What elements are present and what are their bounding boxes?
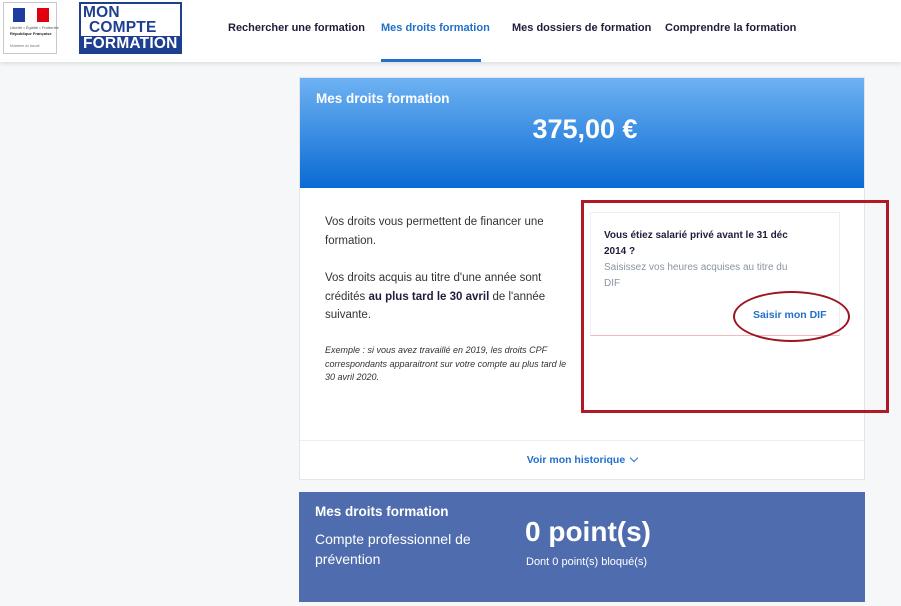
logo-line-1: MON bbox=[83, 4, 120, 21]
chevron-down-icon bbox=[629, 453, 639, 463]
historique-label: Voir mon historique bbox=[526, 454, 626, 466]
gov-logo-motto: Liberté • Égalité • Fraternité bbox=[10, 25, 59, 30]
prevention-subtitle: Compte professionnel de prévention bbox=[315, 531, 471, 567]
logo-line-3: FORMATION bbox=[81, 36, 180, 52]
annotation-red-ellipse bbox=[733, 291, 850, 342]
top-navigation-bar: Liberté • Égalité • Fraternité Républiqu… bbox=[0, 0, 901, 62]
nav-comprendre-formation[interactable]: Comprendre la formation bbox=[665, 0, 796, 62]
prevention-title: Mes droits formation bbox=[315, 504, 449, 519]
nav-mes-droits-label: Mes droits formation bbox=[381, 22, 490, 34]
french-flag-icon bbox=[13, 8, 49, 22]
rights-title: Mes droits formation bbox=[316, 91, 450, 106]
nav-mes-dossiers-formation[interactable]: Mes dossiers de formation bbox=[512, 0, 651, 62]
prevention-blocked-points: Dont 0 point(s) bloqué(s) bbox=[526, 556, 648, 568]
credit-deadline: au plus tard le 30 avril bbox=[368, 290, 490, 303]
rights-info-text: Vos droits vous permettent de financer u… bbox=[325, 216, 544, 247]
logo-line-2: COMPTE bbox=[89, 19, 157, 36]
nav-rechercher-formation[interactable]: Rechercher une formation bbox=[228, 0, 365, 62]
voir-historique-link[interactable]: Voir mon historique bbox=[300, 453, 864, 466]
divider bbox=[300, 440, 864, 441]
mon-compte-formation-logo[interactable]: MON COMPTE FORMATION bbox=[79, 2, 182, 54]
gov-logo-ministry: Ministère du travail bbox=[10, 44, 40, 48]
rights-banner: Mes droits formation 375,00 € bbox=[300, 78, 864, 188]
nav-mes-droits-formation[interactable]: Mes droits formation bbox=[381, 0, 490, 62]
rights-amount: 375,00 € bbox=[532, 114, 638, 144]
gov-logo-name: République Française bbox=[10, 31, 52, 36]
rights-example-text: Exemple : si vous avez travaillé en 2019… bbox=[325, 345, 567, 382]
rights-credit-text: Vos droits acquis au titre d'une année s… bbox=[325, 269, 560, 325]
active-tab-indicator bbox=[381, 59, 481, 62]
republique-francaise-logo: Liberté • Égalité • Fraternité Républiqu… bbox=[3, 2, 59, 54]
prevention-points: 0 point(s) bbox=[525, 516, 651, 547]
prevention-card: Mes droits formation Compte professionne… bbox=[299, 492, 865, 602]
